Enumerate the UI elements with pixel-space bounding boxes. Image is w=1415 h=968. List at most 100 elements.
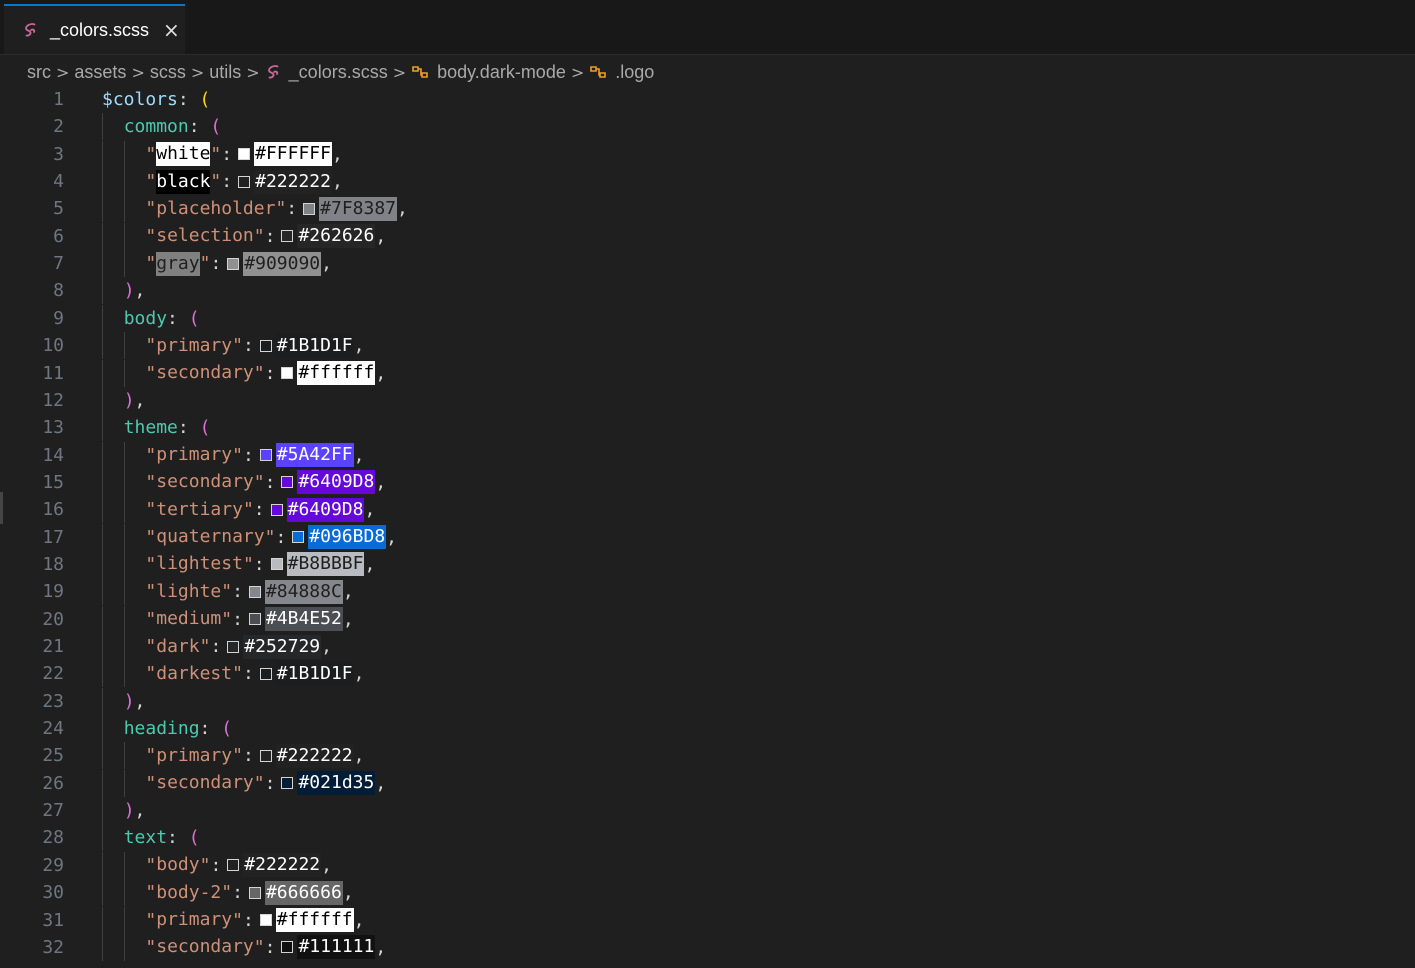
- indent-guide: [123, 468, 125, 496]
- code-line[interactable]: 1 $colors: (: [0, 86, 1415, 113]
- color-swatch[interactable]: [281, 941, 294, 954]
- code-content: text: (: [124, 824, 200, 851]
- code-content: " primary ": #222222,: [145, 742, 364, 769]
- code-line[interactable]: 20 " medium ": #4B4E52,: [0, 605, 1415, 633]
- code-line[interactable]: 23),: [0, 687, 1415, 715]
- indent-guide: [123, 441, 125, 469]
- code-content: " primary ": #5A42FF,: [145, 442, 364, 469]
- code-editor[interactable]: 1 $colors: (2 common: (3 " white ": #FFFFFF, 4…: [0, 86, 1415, 968]
- scroll-indicator[interactable]: [0, 492, 3, 524]
- color-hex-value: #111111: [297, 935, 376, 960]
- color-swatch[interactable]: [248, 886, 261, 899]
- code-token: ): [123, 690, 135, 712]
- code-line[interactable]: 9 body: (: [0, 304, 1415, 332]
- code-token: ,: [134, 690, 146, 712]
- color-swatch[interactable]: [270, 503, 283, 516]
- line-number: 16: [42, 499, 64, 521]
- code-content: " body-2 ": #666666,: [145, 879, 354, 906]
- indent-guide: [102, 250, 103, 278]
- color-hex-value: #262626: [297, 224, 376, 249]
- color-swatch[interactable]: [259, 914, 272, 926]
- code-line[interactable]: 17 " quaternary ": #096BD8,: [0, 523, 1415, 551]
- code-line[interactable]: 11 " secondary ": #ffffff,: [0, 359, 1415, 387]
- breadcrumb-item-scss[interactable]: scss: [150, 62, 186, 83]
- code-line[interactable]: 16 " tertiary ": #6409D8,: [0, 496, 1415, 524]
- string-quote: ": [145, 362, 157, 384]
- indent-guide: [102, 113, 103, 141]
- color-swatch[interactable]: [259, 667, 272, 680]
- code-line[interactable]: 32 " secondary ": #111111,: [0, 933, 1415, 961]
- code-line[interactable]: 5 " placeholder ": #7F8387,: [0, 195, 1415, 223]
- color-swatch[interactable]: [292, 531, 305, 544]
- indent-guide: [102, 633, 103, 660]
- code-line[interactable]: 13 theme: (: [0, 414, 1415, 442]
- breadcrumb-item-utils[interactable]: utils: [209, 62, 241, 83]
- code-line[interactable]: 24 heading: (: [0, 715, 1415, 743]
- color-swatch[interactable]: [227, 859, 240, 872]
- color-swatch[interactable]: [259, 449, 272, 462]
- code-line[interactable]: 31 " primary ": #ffffff,: [0, 906, 1415, 934]
- line-number: 8: [53, 280, 64, 302]
- code-line[interactable]: 29 " body ": #222222,: [0, 851, 1415, 879]
- breadcrumb-item-assets[interactable]: assets: [74, 62, 126, 83]
- breadcrumb-item-logo[interactable]: .logo: [615, 62, 654, 83]
- string-quote: ": [264, 526, 276, 548]
- indent-guide: [123, 769, 125, 797]
- line-number: 14: [42, 444, 64, 466]
- close-icon[interactable]: ×: [163, 20, 180, 40]
- code-line[interactable]: 7 " gray ": #909090,: [0, 250, 1415, 278]
- comma: ,: [342, 608, 354, 630]
- code-line[interactable]: 15 " secondary ": #6409D8,: [0, 468, 1415, 496]
- code-line[interactable]: 21 " dark ": #252729,: [0, 633, 1415, 660]
- code-line[interactable]: 27),: [0, 797, 1415, 825]
- code-line[interactable]: 8),: [0, 277, 1415, 305]
- code-line[interactable]: 26 " secondary ": #021d35,: [0, 769, 1415, 797]
- colon: :: [242, 335, 254, 357]
- comma: ,: [397, 198, 408, 220]
- code-line[interactable]: 2 common: (: [0, 113, 1415, 141]
- code-token: :: [188, 116, 211, 138]
- colon: :: [242, 444, 254, 466]
- code-content: $colors: (: [102, 86, 210, 113]
- code-line[interactable]: 4 " black ": #222222,: [0, 168, 1415, 196]
- color-swatch[interactable]: [238, 148, 251, 161]
- tab-colors-scss[interactable]: _colors.scss ×: [4, 4, 185, 54]
- color-swatch[interactable]: [281, 367, 294, 379]
- string-quote: ": [221, 608, 233, 630]
- code-line[interactable]: 18 " lightest ": #B8BBBF,: [0, 550, 1415, 578]
- code-line[interactable]: 10 " primary ": #1B1D1F,: [0, 332, 1415, 360]
- colon: :: [264, 471, 276, 493]
- indent-guide: [102, 140, 103, 168]
- color-swatch[interactable]: [303, 202, 316, 215]
- code-line[interactable]: 19 " lighte ": #84888C,: [0, 578, 1415, 606]
- color-swatch[interactable]: [248, 585, 261, 598]
- code-line[interactable]: 12),: [0, 386, 1415, 414]
- color-swatch[interactable]: [248, 613, 261, 626]
- color-swatch[interactable]: [281, 476, 294, 489]
- indent-guide: [123, 906, 125, 934]
- color-swatch[interactable]: [259, 749, 272, 762]
- chevron-right-icon: >: [56, 62, 70, 82]
- code-line[interactable]: 22 " darkest ": #1B1D1F,: [0, 660, 1415, 688]
- colon: :: [232, 608, 243, 630]
- breadcrumb-item-body-dark-mode[interactable]: body.dark-mode: [437, 62, 566, 83]
- color-swatch[interactable]: [281, 230, 294, 243]
- color-swatch[interactable]: [259, 339, 272, 352]
- color-swatch[interactable]: [227, 640, 240, 653]
- breadcrumb-item-src[interactable]: src: [27, 62, 51, 83]
- color-swatch[interactable]: [270, 558, 283, 571]
- color-swatch[interactable]: [227, 257, 240, 270]
- code-line[interactable]: 30 " body-2 ": #666666,: [0, 879, 1415, 907]
- code-line[interactable]: 28 text: (: [0, 824, 1415, 852]
- code-line[interactable]: 6 " selection ": #262626,: [0, 222, 1415, 250]
- color-key-name: quaternary: [156, 526, 265, 548]
- code-content: " primary ": #1B1D1F,: [145, 332, 364, 359]
- code-line[interactable]: 3 " white ": #FFFFFF,: [0, 140, 1415, 168]
- code-content: " secondary ": #6409D8,: [145, 469, 386, 496]
- code-line[interactable]: 25 " primary ": #222222,: [0, 742, 1415, 770]
- color-swatch[interactable]: [238, 175, 251, 188]
- breadcrumb-item-file[interactable]: _colors.scss: [289, 62, 388, 83]
- colon: :: [264, 362, 276, 384]
- code-line[interactable]: 14 " primary ": #5A42FF,: [0, 441, 1415, 469]
- color-swatch[interactable]: [281, 777, 294, 790]
